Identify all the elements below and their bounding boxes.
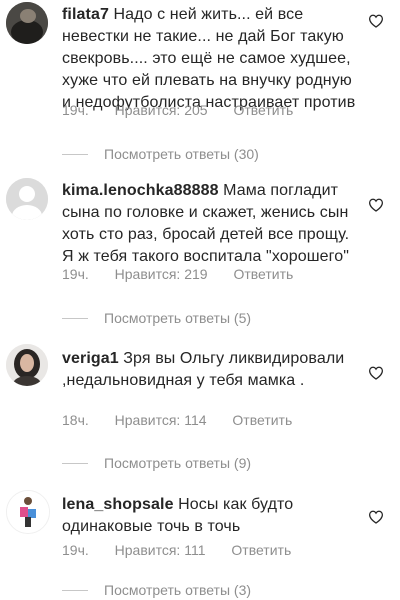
- heart-icon[interactable]: [368, 198, 384, 212]
- divider: [62, 153, 88, 155]
- timestamp: 19ч.: [62, 542, 89, 558]
- view-replies-button[interactable]: Посмотреть ответы (5): [62, 310, 251, 326]
- divider: [62, 462, 88, 464]
- timestamp: 19ч.: [62, 102, 89, 118]
- view-replies-label: Посмотреть ответы (5): [104, 310, 252, 326]
- comment-body: lena_shopsale Носы как будто одинаковые …: [62, 494, 362, 538]
- username[interactable]: kima.lenochka88888: [62, 182, 219, 199]
- shopping-avatar-icon: [7, 491, 49, 533]
- comment-meta: 19ч. Нравится: 219 Ответить: [62, 266, 293, 282]
- divider: [62, 317, 88, 319]
- comment-meta: 19ч. Нравится: 205 Ответить: [62, 102, 293, 118]
- view-replies-button[interactable]: Посмотреть ответы (30): [62, 146, 259, 162]
- reply-button[interactable]: Ответить: [233, 266, 293, 282]
- divider: [62, 589, 88, 591]
- heart-icon[interactable]: [368, 14, 384, 28]
- default-user-avatar-icon: [6, 178, 48, 220]
- comment-body: kima.lenochka88888 Мама погладит сына по…: [62, 180, 362, 268]
- timestamp: 18ч.: [62, 412, 89, 428]
- comment-body: filata7 Надо с ней жить... ей все невест…: [62, 4, 362, 114]
- comment-meta: 18ч. Нравится: 114 Ответить: [62, 412, 292, 428]
- username[interactable]: filata7: [62, 6, 109, 23]
- woman-photo-avatar-icon: [6, 344, 48, 386]
- view-replies-button[interactable]: Посмотреть ответы (9): [62, 455, 251, 471]
- reply-button[interactable]: Ответить: [231, 542, 291, 558]
- reply-button[interactable]: Ответить: [233, 102, 293, 118]
- likes-count[interactable]: Нравится: 219: [115, 266, 208, 282]
- avatar[interactable]: [6, 2, 48, 44]
- heart-icon[interactable]: [368, 366, 384, 380]
- username[interactable]: veriga1: [62, 350, 119, 367]
- view-replies-label: Посмотреть ответы (9): [104, 455, 252, 471]
- view-replies-button[interactable]: Посмотреть ответы (3): [62, 582, 251, 598]
- avatar[interactable]: [6, 344, 48, 386]
- likes-count[interactable]: Нравится: 111: [115, 542, 206, 558]
- comment-body: veriga1 Зря вы Ольгу ликвидировали ,неда…: [62, 348, 362, 392]
- view-replies-label: Посмотреть ответы (30): [104, 146, 259, 162]
- likes-count[interactable]: Нравится: 205: [115, 102, 208, 118]
- avatar[interactable]: [6, 490, 50, 534]
- dark-photo-avatar-icon: [6, 2, 48, 44]
- likes-count[interactable]: Нравится: 114: [115, 412, 207, 428]
- comment-meta: 19ч. Нравится: 111 Ответить: [62, 542, 291, 558]
- heart-icon[interactable]: [368, 510, 384, 524]
- view-replies-label: Посмотреть ответы (3): [104, 582, 252, 598]
- timestamp: 19ч.: [62, 266, 89, 282]
- avatar[interactable]: [6, 178, 48, 220]
- reply-button[interactable]: Ответить: [232, 412, 292, 428]
- username[interactable]: lena_shopsale: [62, 496, 174, 513]
